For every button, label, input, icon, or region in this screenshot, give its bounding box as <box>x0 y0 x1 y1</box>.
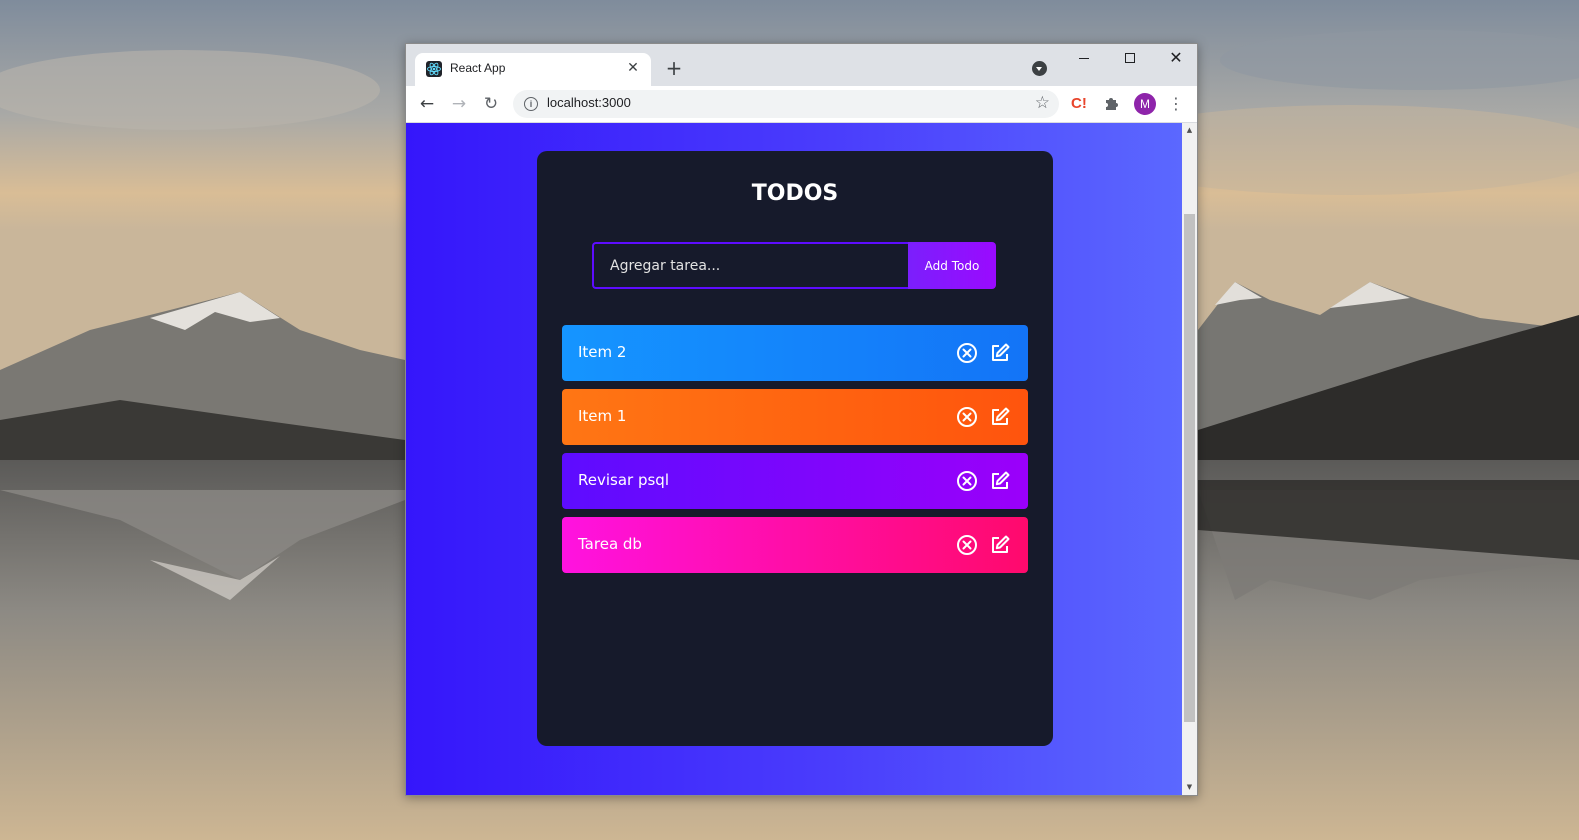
tab-strip: React App ✕ + ✕ <box>406 44 1197 86</box>
scroll-thumb[interactable] <box>1184 214 1195 722</box>
todo-row: Tarea db <box>562 517 1028 573</box>
edit-pencil-icon[interactable] <box>989 534 1011 556</box>
delete-circle-x-icon[interactable] <box>956 470 978 492</box>
page-viewport: TODOS Add Todo Item 2 It <box>406 123 1182 795</box>
browser-tab[interactable]: React App ✕ <box>415 53 651 86</box>
delete-circle-x-icon[interactable] <box>956 342 978 364</box>
todo-form: Add Todo <box>592 242 996 289</box>
todo-row: Item 2 <box>562 325 1028 381</box>
scroll-down-arrow-icon[interactable]: ▼ <box>1182 780 1197 795</box>
delete-circle-x-icon[interactable] <box>956 534 978 556</box>
delete-circle-x-icon[interactable] <box>956 406 978 428</box>
todo-actions <box>950 342 1011 364</box>
todo-actions <box>950 534 1011 556</box>
maximize-button[interactable] <box>1107 44 1153 74</box>
todo-text[interactable]: Tarea db <box>578 535 642 553</box>
todo-row: Revisar psql <box>562 453 1028 509</box>
address-bar[interactable]: i localhost:3000 ☆ <box>513 90 1059 118</box>
todo-input[interactable] <box>592 242 909 289</box>
extension-c-icon[interactable]: C! <box>1071 95 1089 113</box>
browser-menu-icon[interactable]: ⋮ <box>1168 92 1184 116</box>
todo-list: Item 2 Item 1 Revisar psql Tarea db <box>562 325 1028 581</box>
bookmark-star-icon[interactable]: ☆ <box>1035 93 1050 113</box>
todo-text[interactable]: Item 2 <box>578 343 626 361</box>
react-favicon-icon <box>426 61 442 77</box>
site-info-icon[interactable]: i <box>524 97 538 111</box>
forward-button[interactable]: → <box>447 92 471 116</box>
todo-text[interactable]: Revisar psql <box>578 471 669 489</box>
todo-row: Item 1 <box>562 389 1028 445</box>
page-title: TODOS <box>751 181 839 206</box>
tab-title: React App <box>450 61 506 75</box>
profile-avatar[interactable]: M <box>1134 93 1156 115</box>
scroll-up-arrow-icon[interactable]: ▲ <box>1182 123 1197 138</box>
add-todo-button[interactable]: Add Todo <box>908 242 996 289</box>
window-close-button[interactable]: ✕ <box>1153 44 1199 74</box>
tab-search-icon[interactable] <box>1032 61 1047 76</box>
todo-actions <box>950 470 1011 492</box>
edit-pencil-icon[interactable] <box>989 406 1011 428</box>
new-tab-button[interactable]: + <box>663 57 685 79</box>
reload-button[interactable]: ↻ <box>479 92 503 116</box>
todo-text[interactable]: Item 1 <box>578 407 626 425</box>
url-text[interactable]: localhost:3000 <box>547 95 631 110</box>
browser-toolbar: ← → ↻ i localhost:3000 ☆ C! M ⋮ <box>406 86 1197 123</box>
todo-panel: TODOS Add Todo Item 2 It <box>537 151 1053 746</box>
back-button[interactable]: ← <box>415 92 439 116</box>
page-scrollbar[interactable]: ▲ ▼ <box>1182 123 1197 795</box>
browser-window: React App ✕ + ✕ ← → ↻ i localhost:3000 ☆… <box>405 43 1198 796</box>
minimize-button[interactable] <box>1061 44 1107 74</box>
todo-actions <box>950 406 1011 428</box>
edit-pencil-icon[interactable] <box>989 470 1011 492</box>
tab-close-icon[interactable]: ✕ <box>625 60 641 76</box>
extensions-puzzle-icon[interactable] <box>1103 94 1121 112</box>
edit-pencil-icon[interactable] <box>989 342 1011 364</box>
